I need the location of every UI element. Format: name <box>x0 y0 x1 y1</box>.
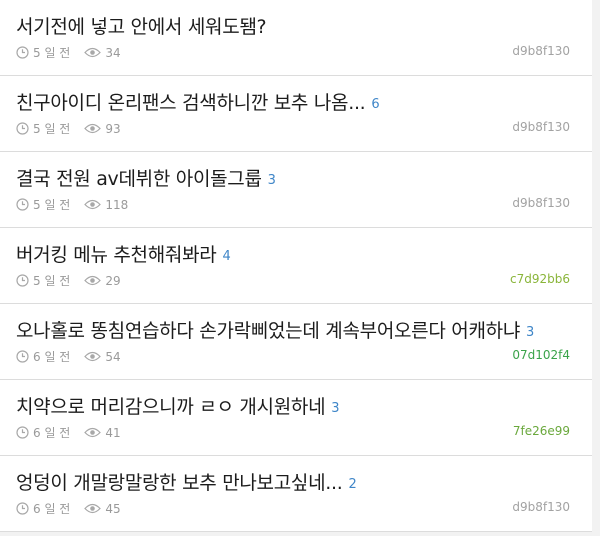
eye-icon <box>84 123 102 134</box>
post-row[interactable]: 버거킹 메뉴 추천해줘봐라 4 5 일 전 29 c7d92bb6 <box>0 228 592 304</box>
comment-count: 4 <box>222 249 231 264</box>
post-title[interactable]: 버거킹 메뉴 추천해줘봐라 4 <box>16 240 231 267</box>
comment-count: 6 <box>371 97 380 112</box>
view-count: 41 <box>105 425 121 440</box>
clock-icon <box>16 502 29 515</box>
author-id[interactable]: c7d92bb6 <box>510 272 570 286</box>
eye-icon <box>84 199 102 210</box>
post-list: 서기전에 넣고 안에서 세워도됌? 5 일 전 34 d9b8f130 친구아이… <box>0 0 600 536</box>
view-count: 118 <box>105 197 129 212</box>
comment-count: 3 <box>526 325 534 340</box>
clock-icon <box>16 274 29 287</box>
post-title[interactable]: 엉덩이 개말랑말랑한 보추 만나보고싶네... 2 <box>16 468 357 495</box>
post-row[interactable]: 엉덩이 개말랑말랑한 보추 만나보고싶네... 2 6 일 전 45 d9b8f1… <box>0 456 592 532</box>
post-meta: 6 일 전 45 <box>16 500 121 517</box>
view-count: 29 <box>105 273 121 288</box>
post-meta: 5 일 전 118 <box>16 196 128 213</box>
post-time: 5 일 전 <box>33 122 71 136</box>
clock-icon <box>16 122 29 135</box>
comment-count: 3 <box>331 401 340 416</box>
view-count: 54 <box>105 349 121 364</box>
eye-icon <box>84 503 102 514</box>
post-time: 6 일 전 <box>33 426 71 440</box>
comment-count: 2 <box>348 477 357 492</box>
post-title[interactable]: 친구아이디 온리팬스 검색하니깐 보추 나옴... 6 <box>16 88 380 115</box>
view-count: 93 <box>105 121 121 136</box>
author-id[interactable]: 7fe26e99 <box>513 424 570 438</box>
post-meta: 6 일 전 41 <box>16 424 121 441</box>
clock-icon <box>16 426 29 439</box>
eye-icon <box>84 47 102 58</box>
author-id[interactable]: d9b8f130 <box>512 44 570 58</box>
post-meta: 5 일 전 29 <box>16 272 121 289</box>
view-count: 34 <box>105 45 121 60</box>
post-time: 5 일 전 <box>33 274 71 288</box>
post-time: 6 일 전 <box>33 350 71 364</box>
post-row[interactable]: 친구아이디 온리팬스 검색하니깐 보추 나옴... 6 5 일 전 93 d9b8… <box>0 76 592 152</box>
author-id[interactable]: d9b8f130 <box>512 196 570 210</box>
post-title[interactable]: 결국 전원 av데뷔한 아이돌그룹 3 <box>16 164 276 191</box>
eye-icon <box>84 351 102 362</box>
eye-icon <box>84 275 102 286</box>
post-meta: 5 일 전 93 <box>16 120 121 137</box>
author-id[interactable]: 07d102f4 <box>512 348 570 362</box>
post-time: 5 일 전 <box>33 198 71 212</box>
author-id[interactable]: d9b8f130 <box>512 120 570 134</box>
scroll-edge <box>592 0 600 536</box>
post-time: 5 일 전 <box>33 46 71 60</box>
post-time: 6 일 전 <box>33 502 71 516</box>
post-row[interactable]: 치약으로 머리감으니까 ㄹㅇ 개시원하네 3 6 일 전 41 7fe26e99 <box>0 380 592 456</box>
post-row[interactable]: 오나홀로 똥침연습하다 손가락삐었는데 계속부어오른다 어캐하냐 3 6 일 전 … <box>0 304 592 380</box>
comment-count: 3 <box>267 173 276 188</box>
clock-icon <box>16 198 29 211</box>
post-row[interactable]: 서기전에 넣고 안에서 세워도됌? 5 일 전 34 d9b8f130 <box>0 0 592 76</box>
post-title[interactable]: 서기전에 넣고 안에서 세워도됌? <box>16 12 272 39</box>
post-meta: 5 일 전 34 <box>16 44 121 61</box>
post-title[interactable]: 치약으로 머리감으니까 ㄹㅇ 개시원하네 3 <box>16 392 340 419</box>
post-title[interactable]: 오나홀로 똥침연습하다 손가락삐었는데 계속부어오른다 어캐하냐 3 <box>16 316 534 343</box>
post-meta: 6 일 전 54 <box>16 348 121 365</box>
clock-icon <box>16 350 29 363</box>
post-row[interactable]: 결국 전원 av데뷔한 아이돌그룹 3 5 일 전 118 d9b8f130 <box>0 152 592 228</box>
view-count: 45 <box>105 501 121 516</box>
clock-icon <box>16 46 29 59</box>
author-id[interactable]: d9b8f130 <box>512 500 570 514</box>
eye-icon <box>84 427 102 438</box>
